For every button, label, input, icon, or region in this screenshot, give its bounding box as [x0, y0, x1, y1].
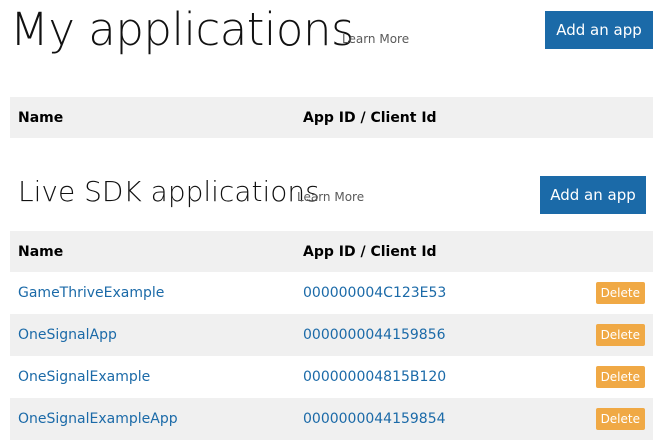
delete-button[interactable]: Delete [595, 282, 645, 304]
delete-button[interactable]: Delete [595, 366, 645, 388]
app-name-link[interactable]: OneSignalExample [18, 369, 150, 385]
learn-more-link[interactable]: Learn More [342, 32, 409, 46]
table-row: OneSignalApp 0000000044159856 Delete [10, 314, 653, 356]
column-header-app-id: App ID / Client Id [303, 243, 437, 260]
app-id-link[interactable]: 000000004C123E53 [303, 285, 446, 301]
live-add-app-button[interactable]: Add an app [540, 176, 646, 214]
table-row: OneSignalExampleApp 0000000044159854 Del… [10, 398, 653, 440]
table-header: Name App ID / Client Id [10, 231, 653, 272]
column-header-name: Name [18, 243, 64, 260]
column-header-name: Name [18, 109, 64, 126]
app-id-link[interactable]: 000000004815B120 [303, 369, 446, 385]
page: My applications Learn More Add an app Na… [0, 0, 656, 440]
live-sdk-title: Live SDK applications [18, 175, 320, 208]
table-header: Name App ID / Client Id [10, 97, 653, 138]
app-name-link[interactable]: GameThriveExample [18, 285, 164, 301]
table-row: OneSignalExample 000000004815B120 Delete [10, 356, 653, 398]
app-name-link[interactable]: OneSignalExampleApp [18, 411, 178, 427]
delete-button[interactable]: Delete [595, 408, 645, 430]
app-name-link[interactable]: OneSignalApp [18, 327, 117, 343]
app-id-link[interactable]: 0000000044159856 [303, 327, 446, 343]
column-header-app-id: App ID / Client Id [303, 109, 437, 126]
table-row: GameThriveExample 000000004C123E53 Delet… [10, 272, 653, 314]
page-title: My applications [10, 3, 354, 56]
app-id-link[interactable]: 0000000044159854 [303, 411, 446, 427]
add-app-button[interactable]: Add an app [545, 11, 653, 49]
live-sdk-table: Name App ID / Client Id GameThriveExampl… [10, 231, 653, 440]
my-applications-table: Name App ID / Client Id [10, 97, 653, 138]
live-learn-more-link[interactable]: Learn More [297, 190, 364, 204]
delete-button[interactable]: Delete [595, 324, 645, 346]
